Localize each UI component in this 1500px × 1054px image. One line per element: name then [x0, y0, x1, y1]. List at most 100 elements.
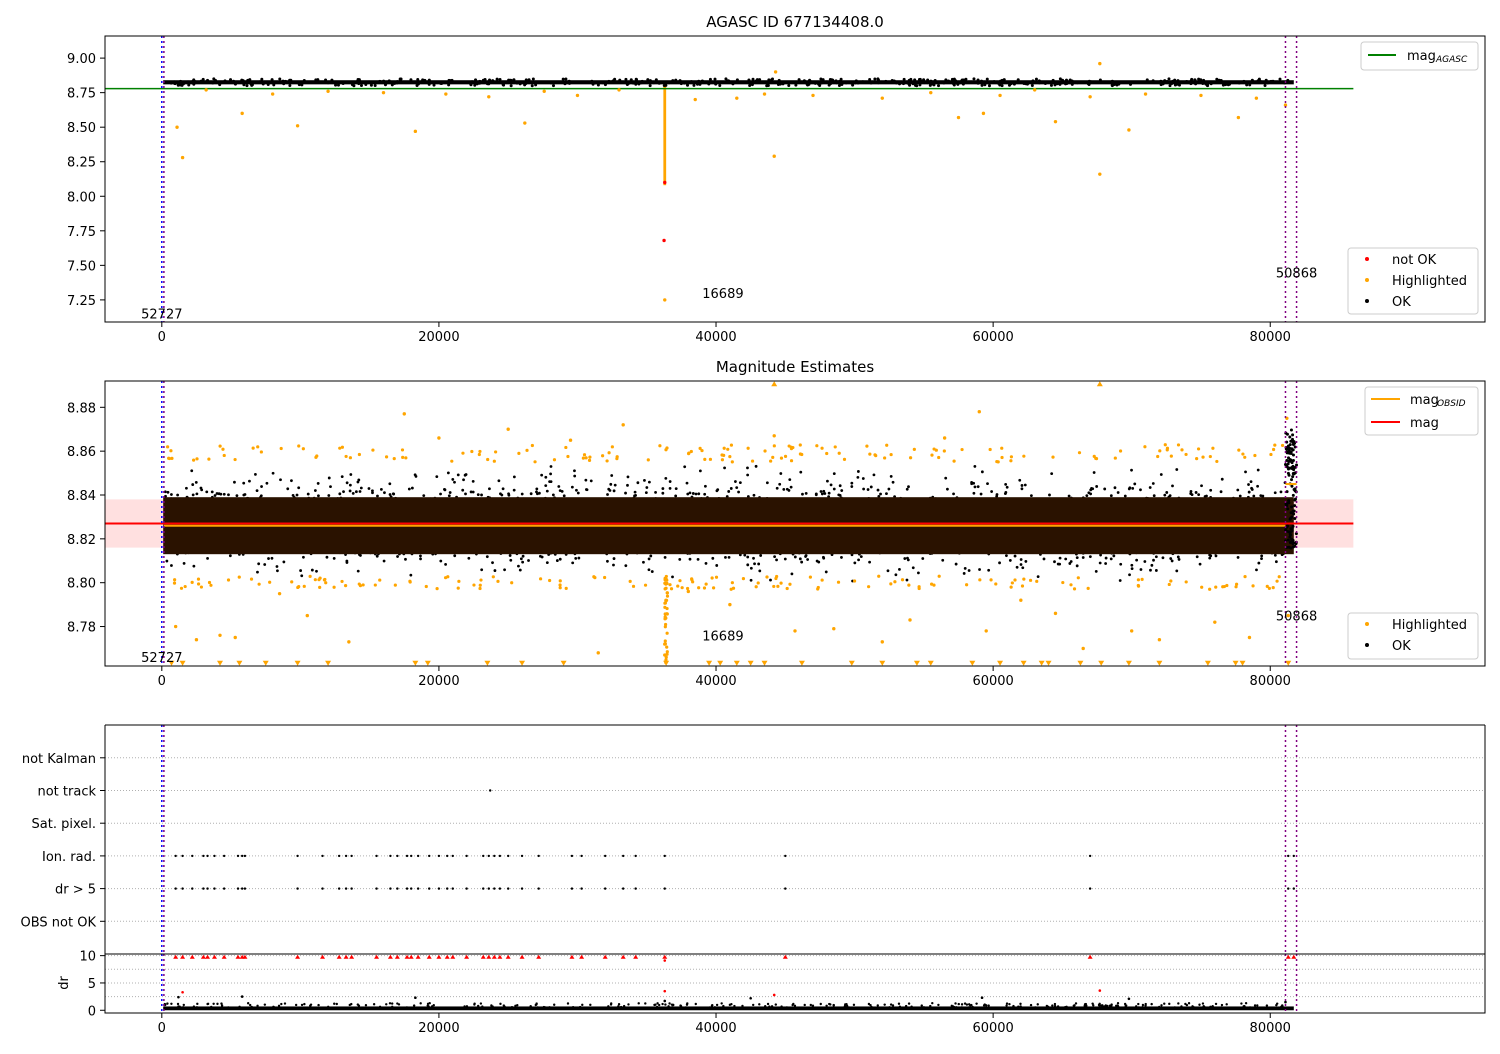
ok-point: [409, 78, 413, 82]
ok-point: [692, 83, 696, 87]
highlighted-point: [867, 585, 871, 589]
ok-point: [713, 1006, 717, 1009]
ok-point: [227, 1006, 230, 1009]
highlighted-point: [960, 447, 964, 452]
ok-point: [491, 1005, 494, 1008]
ok-point: [654, 78, 658, 82]
highlighted-point: [663, 653, 667, 657]
ok-point: [211, 81, 215, 85]
legend-label: OK: [1392, 639, 1411, 654]
ok-point: [232, 79, 236, 83]
x-tick-label: 60000: [972, 674, 1013, 689]
ok-point: [972, 77, 976, 81]
ok-point: [819, 490, 823, 493]
ok-point: [375, 554, 379, 558]
highlighted-point: [643, 583, 648, 587]
ok-point: [1292, 468, 1296, 472]
ok-point: [1288, 435, 1292, 439]
ok-point: [754, 79, 758, 83]
ok-point: [980, 83, 984, 87]
ok-point: [1005, 1004, 1008, 1007]
highlighted-point: [728, 602, 732, 607]
ok-point: [902, 77, 906, 81]
highlighted-point: [730, 581, 734, 585]
highlighted-point: [1136, 578, 1140, 582]
ok-point: [764, 1005, 767, 1008]
ok-point: [987, 1004, 990, 1007]
ok-point: [894, 573, 898, 577]
flag-point: [396, 854, 399, 858]
ok-point: [731, 82, 735, 86]
highlighted-point: [596, 651, 600, 655]
ok-point: [1180, 1005, 1183, 1008]
ok-point: [388, 482, 392, 486]
ok-point: [591, 82, 595, 86]
ok-point: [1004, 482, 1008, 486]
ok-point: [821, 78, 825, 82]
ok-point: [345, 481, 349, 485]
ok-point: [856, 81, 860, 85]
ok-point: [1201, 1002, 1205, 1005]
ok-point: [286, 487, 290, 491]
highlighted-point: [1009, 459, 1013, 463]
ok-point: [451, 478, 455, 481]
ok-point: [1091, 1002, 1094, 1005]
clipped-marker: [262, 660, 269, 666]
ok-point: [625, 82, 629, 86]
legend-marker: [1365, 299, 1369, 303]
x-tick-label: 40000: [695, 330, 736, 345]
ok-point: [222, 492, 226, 496]
ok-point: [866, 488, 870, 491]
ok-point: [789, 485, 793, 489]
flag-point: [375, 854, 378, 858]
ok-point: [508, 78, 512, 82]
ok-point: [1097, 1003, 1101, 1007]
ok-point: [1209, 82, 1213, 86]
ok-point: [1051, 1004, 1054, 1007]
ok-point: [787, 84, 791, 88]
ok-point: [383, 83, 387, 87]
ok-point: [778, 482, 782, 486]
ok-point: [551, 493, 555, 497]
ok-point: [879, 492, 882, 496]
ok-point: [838, 484, 842, 488]
data-band: [663, 84, 667, 186]
ok-point: [775, 558, 778, 562]
flag-point: [537, 854, 540, 858]
ok-point: [1117, 82, 1121, 86]
ok-point: [566, 81, 570, 85]
highlighted-point: [703, 457, 707, 461]
ok-point: [172, 80, 176, 84]
highlighted-point: [998, 93, 1002, 98]
ok-point: [309, 1004, 312, 1007]
highlighted-point: [313, 578, 317, 582]
ok-point: [317, 1003, 320, 1007]
ok-point: [382, 79, 386, 83]
ok-point: [752, 493, 756, 497]
ok-point: [1099, 1004, 1103, 1007]
line-legend: magOBSIDmag: [1364, 386, 1479, 436]
ok-point: [1068, 78, 1072, 82]
ok-point: [970, 481, 974, 484]
ok-point: [404, 557, 407, 561]
highlighted-point: [1267, 586, 1272, 590]
ok-point: [1128, 573, 1131, 577]
ok-point: [446, 471, 450, 475]
ok-point: [288, 83, 292, 87]
highlighted-point: [750, 459, 755, 463]
ok-point: [471, 490, 475, 494]
ok-point: [491, 561, 494, 565]
ok-point: [869, 485, 873, 489]
ok-point: [1149, 568, 1152, 572]
ok-point: [926, 78, 930, 82]
ok-point: [447, 83, 451, 87]
ok-point: [1290, 461, 1294, 465]
ok-point: [1249, 480, 1253, 484]
flag-point: [240, 854, 244, 858]
ok-point: [395, 80, 399, 84]
ok-point: [512, 475, 516, 479]
ok-point: [1274, 560, 1278, 564]
ok-point: [918, 78, 922, 82]
ok-point: [534, 83, 538, 87]
flag-point: [191, 887, 194, 890]
